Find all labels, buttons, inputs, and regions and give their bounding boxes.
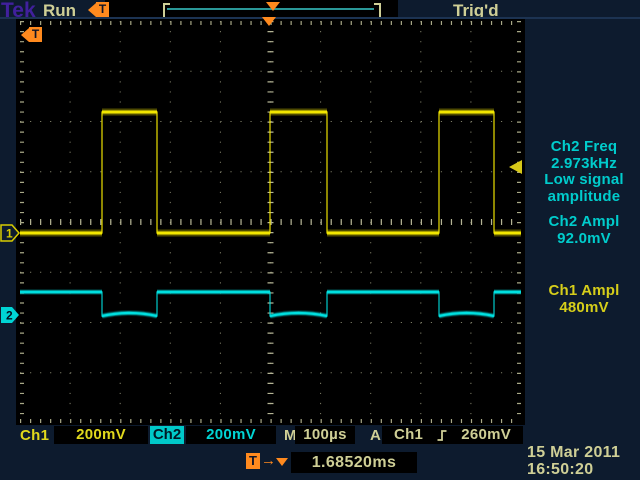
ch2-ampl-readout: Ch2 Ampl 92.0mV <box>530 214 638 247</box>
svg-text:1: 1 <box>6 227 13 241</box>
trigger-position-top-icon <box>262 17 276 26</box>
svg-text:2: 2 <box>6 309 13 323</box>
timebase-readout: 100µs <box>295 426 355 444</box>
ch1-position-marker: 1 <box>0 224 21 242</box>
trigger-t-icon: T <box>29 27 42 42</box>
horizontal-position-readout: 1.68520ms <box>291 452 417 473</box>
trigger-source: Ch1 <box>394 426 423 444</box>
trigger-level: 260mV <box>461 426 511 444</box>
graticule-plot <box>16 19 525 425</box>
warning-line2: amplitude <box>530 189 638 206</box>
date-text: 15 Mar 2011 <box>527 444 637 461</box>
ch1-ampl-value: 480mV <box>530 300 638 317</box>
ch2-ampl-value: 92.0mV <box>530 231 638 248</box>
trigger-group-label: A <box>370 427 381 444</box>
warning-line1: Low signal <box>530 172 638 189</box>
right-arrow-icon: → <box>261 452 276 469</box>
ch1-ampl-label: Ch1 Ampl <box>530 283 638 300</box>
left-arrow-icon <box>88 3 96 17</box>
trigger-offscreen-indicator-header: T <box>88 2 109 17</box>
trigger-position-icon <box>266 2 280 11</box>
ch2-position-marker: 2 <box>0 306 21 324</box>
ch2-freq-label: Ch2 Freq <box>530 139 638 156</box>
ch2-freq-value: 2.973kHz <box>530 156 638 173</box>
left-arrow-icon <box>21 28 29 42</box>
ch2-channel-label-selected: Ch2 <box>150 426 184 444</box>
ch1-scale-readout: 200mV <box>54 426 148 444</box>
datetime-readout: 15 Mar 2011 16:50:20 <box>527 444 637 478</box>
ch1-channel-label: Ch1 <box>20 427 49 444</box>
oscilloscope-screen: Tek Run T Trig'd T 1 2 Ch2 Freq 2.973kHz… <box>0 0 640 480</box>
ch2-freq-readout: Ch2 Freq 2.973kHz Low signal amplitude <box>530 139 638 205</box>
ch2-ampl-label: Ch2 Ampl <box>530 214 638 231</box>
time-text: 16:50:20 <box>527 461 637 478</box>
trigger-t-icon: T <box>246 453 260 469</box>
ch2-scale-readout: 200mV <box>186 426 276 444</box>
rising-edge-icon <box>436 429 448 442</box>
trigger-position-icon <box>276 458 288 466</box>
ch1-ampl-readout: Ch1 Ampl 480mV <box>530 283 638 316</box>
trigger-offscreen-indicator-plot: T <box>21 27 42 42</box>
trigger-t-icon: T <box>96 2 109 17</box>
trigger-readout: Ch1 260mV <box>382 426 523 444</box>
